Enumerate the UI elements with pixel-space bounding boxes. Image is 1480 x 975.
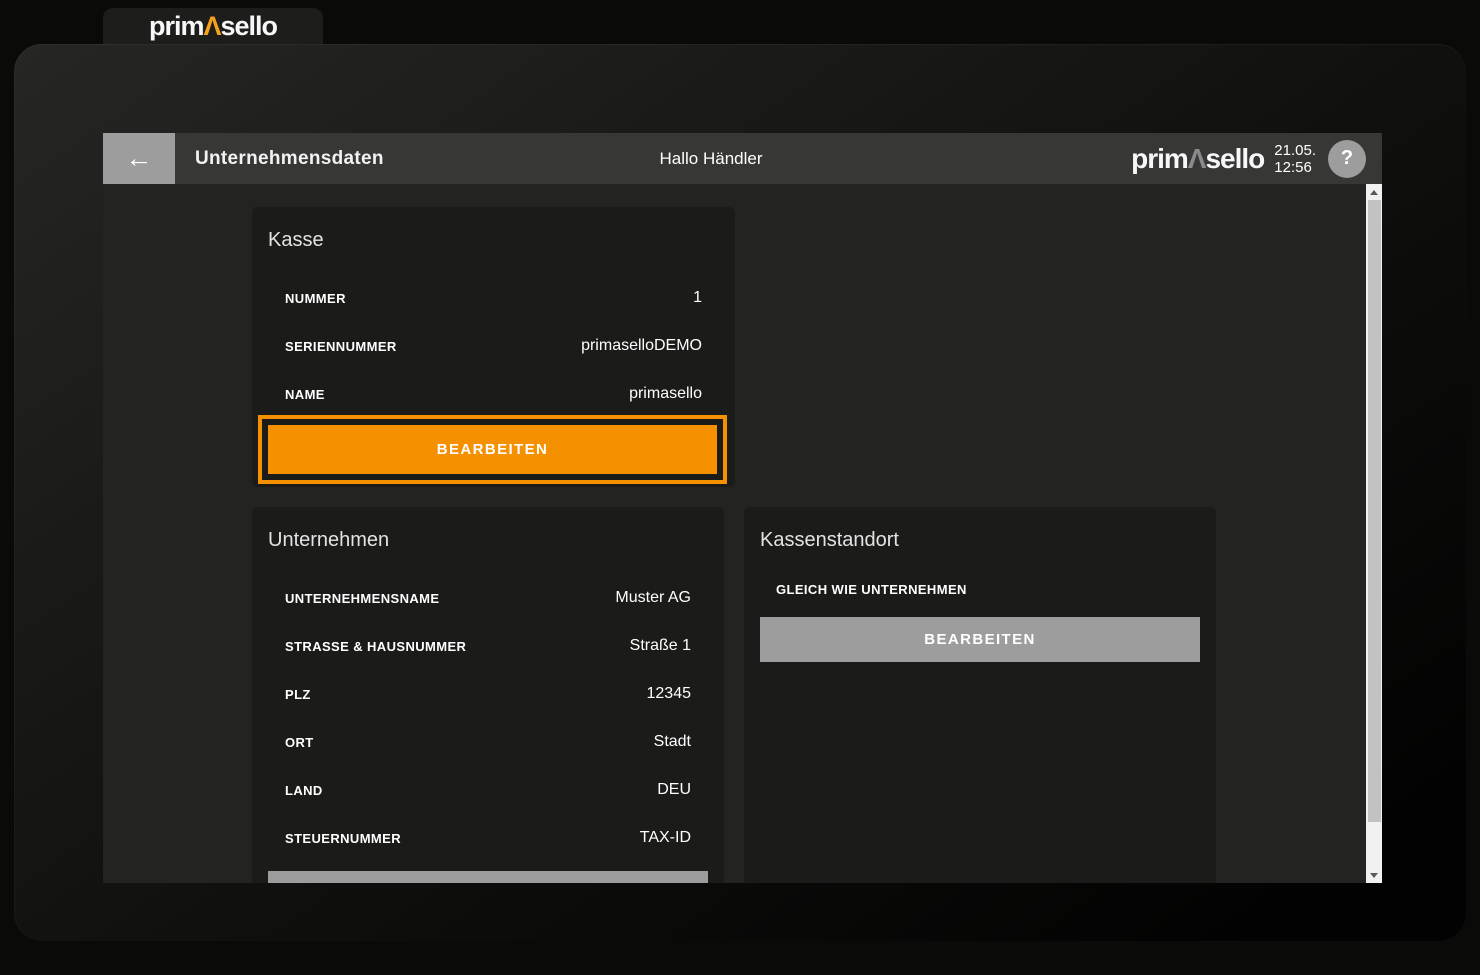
card-title: Kasse — [252, 207, 735, 254]
logo-lambda-icon: Λ — [203, 11, 220, 41]
field-list: NUMMER 1 SERIENNUMMER primaselloDEMO NAM… — [252, 274, 735, 418]
logo-text-sello: sello — [1205, 143, 1264, 174]
greeting-text: Hallo Händler — [660, 149, 763, 169]
logo-text-prim: prim — [1131, 143, 1188, 174]
question-mark-icon: ? — [1341, 147, 1353, 170]
scroll-down-button[interactable] — [1366, 867, 1382, 883]
field-label: ORT — [285, 735, 314, 750]
logo-text-prim: prim — [149, 11, 204, 41]
field-value: 12345 — [647, 685, 692, 703]
triangle-up-icon — [1370, 190, 1378, 195]
primasello-header-logo: primΛsello — [1131, 145, 1264, 173]
field-row-unternehmensname: UNTERNEHMENSNAME Muster AG — [252, 574, 724, 622]
scrollbar-thumb[interactable] — [1368, 200, 1381, 822]
logo-text-sello: sello — [221, 11, 278, 41]
field-row-land: LAND DEU — [252, 766, 724, 814]
field-label: NAME — [285, 387, 325, 402]
header-right-group: primΛsello 21.05. 12:56 ? — [1131, 140, 1382, 178]
browser-tab[interactable]: primΛsello — [103, 8, 323, 44]
field-label: STEUERNUMMER — [285, 831, 401, 846]
field-row-nummer: NUMMER 1 — [252, 274, 735, 322]
field-row-plz: PLZ 12345 — [252, 670, 724, 718]
field-value: Straße 1 — [630, 637, 691, 655]
field-row-steuernummer: STEUERNUMMER TAX-ID — [252, 814, 724, 862]
back-arrow-icon: ← — [126, 145, 153, 172]
field-value: 1 — [693, 289, 702, 307]
content-area: Kasse NUMMER 1 SERIENNUMMER primaselloDE… — [103, 184, 1366, 883]
app-header: ← Unternehmensdaten Hallo Händler primΛs… — [103, 133, 1382, 184]
field-value: primasello — [629, 385, 702, 403]
app-body: Kasse NUMMER 1 SERIENNUMMER primaselloDE… — [103, 184, 1382, 883]
field-value: Muster AG — [615, 589, 691, 607]
page-title: Unternehmensdaten — [195, 148, 384, 170]
unternehmen-bearbeiten-button[interactable] — [268, 871, 708, 883]
card-kasse: Kasse NUMMER 1 SERIENNUMMER primaselloDE… — [252, 207, 735, 487]
field-label: UNTERNEHMENSNAME — [285, 591, 439, 606]
card-title: Kassenstandort — [744, 507, 1216, 554]
back-button[interactable]: ← — [103, 133, 175, 184]
field-row-ort: ORT Stadt — [252, 718, 724, 766]
app-viewport: ← Unternehmensdaten Hallo Händler primΛs… — [103, 133, 1382, 883]
device-frame: ← Unternehmensdaten Hallo Händler primΛs… — [14, 44, 1466, 941]
primasello-logo: primΛsello — [149, 13, 277, 40]
logo-lambda-icon: Λ — [1188, 143, 1206, 174]
card-unternehmen: Unternehmen UNTERNEHMENSNAME Muster AG S… — [252, 507, 724, 883]
time-text: 12:56 — [1274, 159, 1316, 176]
button-label: BEARBEITEN — [924, 631, 1036, 648]
triangle-down-icon — [1370, 873, 1378, 878]
field-value: Stadt — [654, 733, 691, 751]
field-value: primaselloDEMO — [581, 337, 702, 355]
field-label: LAND — [285, 783, 323, 798]
help-button[interactable]: ? — [1328, 140, 1366, 178]
card-title: Unternehmen — [252, 507, 724, 554]
card-kassenstandort: Kassenstandort GLEICH WIE UNTERNEHMEN BE… — [744, 507, 1216, 883]
field-value: DEU — [657, 781, 691, 799]
same-as-company-label: GLEICH WIE UNTERNEHMEN — [776, 582, 1216, 597]
field-label: PLZ — [285, 687, 311, 702]
vertical-scrollbar[interactable] — [1366, 184, 1382, 883]
field-label: NUMMER — [285, 291, 346, 306]
field-row-strasse: STRASSE & HAUSNUMMER Straße 1 — [252, 622, 724, 670]
kassenstandort-bearbeiten-button[interactable]: BEARBEITEN — [760, 617, 1200, 662]
field-value: TAX-ID — [640, 829, 691, 847]
date-text: 21.05. — [1274, 142, 1316, 159]
scroll-up-button[interactable] — [1366, 184, 1382, 200]
field-row-seriennummer: SERIENNUMMER primaselloDEMO — [252, 322, 735, 370]
kasse-bearbeiten-button[interactable]: BEARBEITEN — [258, 415, 727, 484]
field-row-name: NAME primasello — [252, 370, 735, 418]
field-label: SERIENNUMMER — [285, 339, 397, 354]
field-list: UNTERNEHMENSNAME Muster AG STRASSE & HAU… — [252, 574, 724, 862]
field-label: STRASSE & HAUSNUMMER — [285, 639, 466, 654]
datetime-display: 21.05. 12:56 — [1274, 142, 1316, 176]
button-label: BEARBEITEN — [268, 425, 717, 474]
